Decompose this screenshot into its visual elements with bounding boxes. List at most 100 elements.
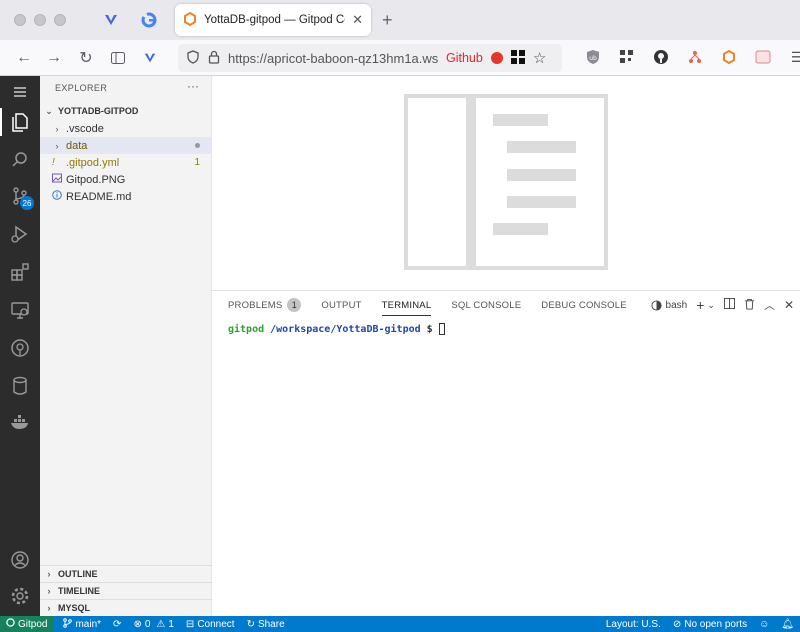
browser-nav-bar: ← → ↻ https://apricot-baboon-qz13hm1a.ws… (0, 40, 800, 76)
close-window-button[interactable] (14, 14, 26, 26)
minimize-window-button[interactable] (34, 14, 46, 26)
tab-terminal[interactable]: TERMINAL (372, 291, 442, 319)
branch-indicator[interactable]: main* (57, 616, 107, 632)
browser-tab-active[interactable]: YottaDB-gitpod — Gitpod Code ✕ (175, 4, 371, 36)
lock-icon[interactable] (208, 50, 220, 67)
url-bar[interactable]: https://apricot-baboon-qz13hm1a.ws- Gith… (178, 44, 562, 72)
terminal-prompt: $ (426, 323, 433, 335)
grid-extension-icon[interactable] (510, 49, 525, 67)
chevron-right-icon: › (47, 586, 51, 596)
account-icon[interactable] (8, 548, 32, 572)
explorer-sidebar: EXPLORER ··· ⌄ YOTTADB-GITPOD › .vscode … (40, 76, 212, 616)
search-icon[interactable] (8, 148, 32, 172)
scm-badge: 26 (20, 196, 34, 210)
connect-button[interactable]: ⊟ Connect (180, 616, 241, 632)
new-tab-button[interactable]: + (382, 10, 393, 31)
tab-label: DEBUG CONSOLE (541, 299, 627, 311)
tab-output[interactable]: OUTPUT (311, 291, 371, 319)
gitpod-extension-icon[interactable] (720, 48, 738, 66)
share-label: Share (257, 618, 285, 630)
mysql-section[interactable]: › MYSQL (40, 599, 212, 616)
sync-icon[interactable]: ⟳ (107, 616, 127, 632)
terminal-bash-icon (650, 299, 662, 311)
tab-problems[interactable]: PROBLEMS 1 (218, 291, 311, 319)
share-button[interactable]: ↻ Share (241, 616, 291, 632)
tab-label: PROBLEMS (228, 299, 283, 311)
browser-tab-title: YottaDB-gitpod — Gitpod Code (204, 14, 345, 26)
feedback-icon[interactable]: ☺ (753, 616, 775, 632)
info-icon (52, 190, 62, 203)
yottadb-toolbar-icon[interactable] (140, 48, 160, 68)
extension-icon[interactable] (754, 48, 772, 66)
outline-section[interactable]: › OUTLINE (40, 565, 212, 582)
github-icon[interactable] (8, 336, 32, 360)
shield-icon[interactable] (186, 49, 200, 67)
google-icon[interactable] (140, 11, 158, 29)
editor-watermark-icon (404, 94, 608, 270)
tab-sql-console[interactable]: SQL CONSOLE (441, 291, 531, 319)
chevron-right-icon: › (55, 123, 59, 134)
root-folder-label: YOTTADB-GITPOD (58, 106, 139, 116)
maximize-window-button[interactable] (54, 14, 66, 26)
branch-label: main* (75, 618, 102, 630)
outline-label: OUTLINE (58, 569, 98, 579)
chevron-up-icon[interactable]: ︿ (764, 297, 775, 313)
terminal-cursor (438, 323, 445, 335)
ublock-icon[interactable]: ub (584, 48, 602, 66)
active-indicator (0, 108, 2, 136)
terminal-prompt-line[interactable]: gitpod /workspace/YottaDB-gitpod $ (228, 323, 445, 335)
record-icon[interactable] (490, 52, 503, 64)
notifications-icon[interactable]: 🔔︎ (775, 616, 800, 632)
yottadb-icon[interactable] (102, 11, 120, 29)
forward-icon[interactable]: → (44, 48, 64, 68)
warning-count: 1 (168, 618, 174, 630)
close-tab-icon[interactable]: ✕ (352, 12, 363, 28)
timeline-section[interactable]: › TIMELINE (40, 582, 212, 599)
menu-icon[interactable]: ☰ (788, 48, 800, 66)
keyboard-layout[interactable]: Layout: U.S. (600, 616, 667, 632)
more-actions-icon[interactable]: ··· (187, 79, 199, 93)
tree-item-vscode[interactable]: › .vscode (40, 120, 212, 137)
github-extension-label[interactable]: Github (446, 51, 483, 65)
tree-item-readme[interactable]: README.md (40, 188, 212, 205)
qr-extension-icon[interactable] (618, 48, 636, 66)
tree-item-gitpod-yml[interactable]: ! .gitpod.yml 1 (40, 154, 212, 171)
menu-icon[interactable] (8, 80, 32, 104)
connect-label: Connect (197, 618, 235, 630)
shell-label: bash (665, 299, 688, 311)
settings-gear-icon[interactable] (8, 584, 32, 608)
new-terminal-icon[interactable]: + (696, 297, 704, 313)
problems-indicator[interactable]: ⊗ 0 ⚠ 1 (127, 616, 179, 632)
tree-item-label: .gitpod.yml (66, 156, 120, 169)
github-icon[interactable] (652, 48, 670, 66)
tab-debug-console[interactable]: DEBUG CONSOLE (531, 291, 636, 319)
back-icon[interactable]: ← (14, 48, 34, 68)
svg-text:ub: ub (589, 55, 597, 62)
sidebar-toggle-icon[interactable] (108, 48, 128, 68)
network-extension-icon[interactable] (686, 48, 704, 66)
editor-area[interactable] (212, 76, 800, 290)
docker-icon[interactable] (8, 410, 32, 434)
database-icon[interactable] (8, 374, 32, 398)
ports-indicator[interactable]: ⊘ No open ports (667, 616, 753, 632)
root-folder-header[interactable]: ⌄ YOTTADB-GITPOD (40, 102, 212, 120)
remote-explorer-icon[interactable] (8, 298, 32, 322)
reload-icon[interactable]: ↻ (76, 48, 96, 68)
shell-selector[interactable]: bash (650, 299, 688, 311)
explorer-icon[interactable] (8, 110, 32, 134)
split-terminal-icon[interactable] (723, 298, 735, 312)
extensions-icon[interactable] (8, 260, 32, 284)
tree-item-label: README.md (66, 190, 132, 203)
tree-item-gitpod-png[interactable]: Gitpod.PNG (40, 171, 212, 188)
chevron-down-icon[interactable]: ⌄ (707, 300, 715, 311)
tab-label: SQL CONSOLE (451, 299, 522, 311)
mysql-label: MYSQL (58, 603, 91, 613)
bookmark-star-icon[interactable]: ☆ (533, 49, 546, 67)
remote-indicator[interactable]: Gitpod (0, 616, 54, 632)
tree-item-data[interactable]: › data (40, 137, 212, 154)
close-panel-icon[interactable]: ✕ (784, 298, 794, 312)
run-debug-icon[interactable] (8, 222, 32, 246)
status-bar: Gitpod main* ⟳ ⊗ 0 ⚠ 1 ⊟ Connect ↻ Share… (0, 616, 800, 632)
bottom-panel: PROBLEMS 1 OUTPUT TERMINAL SQL CONSOLE D… (212, 290, 800, 616)
trash-icon[interactable] (744, 298, 755, 313)
